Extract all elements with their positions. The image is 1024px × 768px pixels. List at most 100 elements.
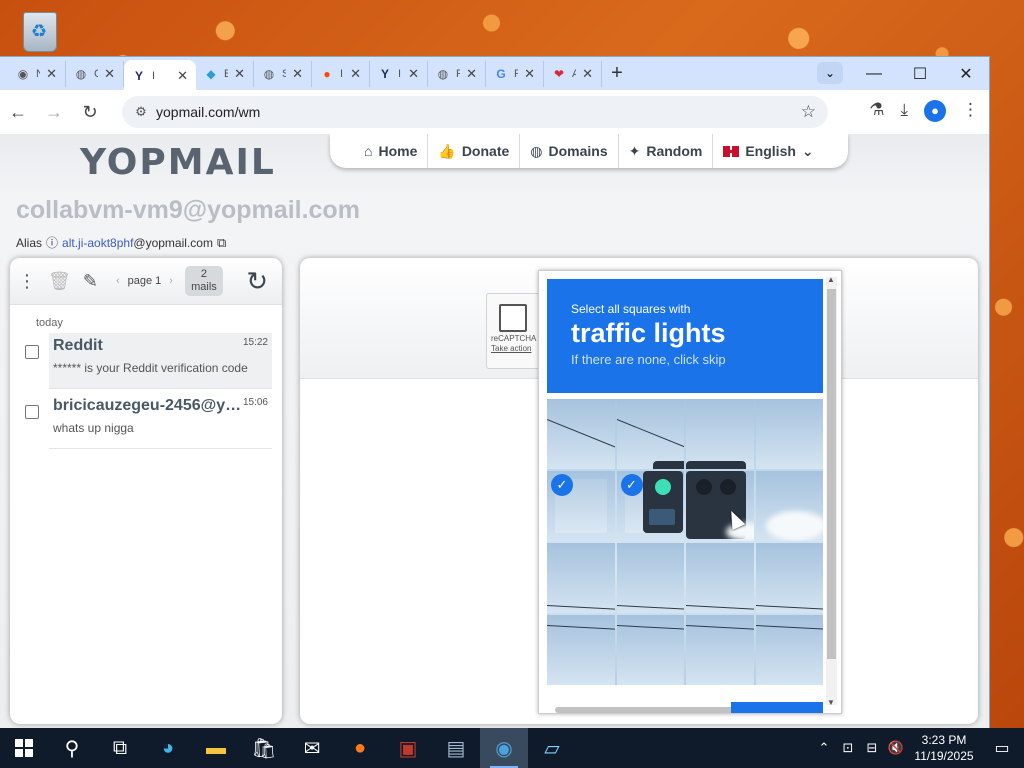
firefox-icon[interactable]: ● <box>336 728 384 768</box>
info-icon[interactable]: ⓘ <box>46 234 58 251</box>
mail-checkbox[interactable] <box>25 345 39 359</box>
captcha-tile[interactable] <box>616 399 684 469</box>
volume-muted-icon[interactable]: 🔇 <box>884 740 908 756</box>
captcha-tile[interactable] <box>547 615 615 685</box>
captcha-tile[interactable] <box>755 615 823 685</box>
profile-avatar[interactable]: ● <box>924 100 946 122</box>
captcha-tile[interactable] <box>686 615 754 685</box>
close-tab-icon[interactable]: ✕ <box>104 66 115 82</box>
tab-9[interactable]: ❤ A ✕ <box>544 60 602 87</box>
tab-5[interactable]: ● I ✕ <box>312 60 370 87</box>
verify-button[interactable] <box>731 702 823 713</box>
scroll-down-icon[interactable]: ▼ <box>827 698 835 707</box>
mail-item[interactable]: Reddit ****** is your Reddit verificatio… <box>10 333 282 393</box>
prev-page-icon[interactable]: ‹ <box>116 275 120 287</box>
task-view-icon[interactable]: ⧉ <box>96 728 144 768</box>
captcha-tile[interactable] <box>616 615 684 685</box>
windows-logo-icon <box>15 739 33 757</box>
tab-1[interactable]: ◍ C ✕ <box>66 60 124 87</box>
clock[interactable]: 3:23 PM 11/19/2025 <box>908 732 980 764</box>
nav-donate[interactable]: 👍 Donate <box>428 134 521 168</box>
captcha-tile[interactable] <box>686 399 754 469</box>
close-tab-icon[interactable]: ✕ <box>46 66 57 82</box>
mail-item[interactable]: bricicauzegeu-2456@yopmail.com whats up … <box>10 393 282 453</box>
close-tab-icon[interactable]: ✕ <box>350 66 361 82</box>
mail-sender: Reddit <box>53 337 103 354</box>
challenge-scrollbar[interactable]: ▲ ▼ <box>826 275 837 707</box>
tab-search-button[interactable]: ⌄ <box>817 62 843 84</box>
new-tab-button[interactable]: + <box>602 62 632 85</box>
captcha-tile[interactable]: ✓ <box>616 471 684 541</box>
tab-7[interactable]: ◍ F ✕ <box>428 60 486 87</box>
captcha-tile[interactable] <box>755 399 823 469</box>
recycle-bin-icon[interactable] <box>18 8 62 56</box>
chevron-up-icon[interactable]: ⌃ <box>812 740 836 756</box>
captcha-tile[interactable]: ✓ <box>547 471 615 541</box>
trash-icon[interactable]: 🗑 <box>48 271 71 292</box>
back-button[interactable]: ← <box>0 102 36 123</box>
tray-app-icon[interactable]: ⊡ <box>836 740 860 756</box>
store-icon[interactable]: 🛍 <box>240 728 288 768</box>
minimize-button[interactable]: — <box>851 65 897 83</box>
download-icon[interactable]: ⤓ <box>900 100 908 122</box>
forward-button[interactable]: → <box>36 102 72 123</box>
captcha-tile[interactable] <box>547 543 615 613</box>
menu-icon[interactable]: ⋮ <box>962 100 979 122</box>
captcha-tile[interactable] <box>547 399 615 469</box>
file-explorer-icon[interactable]: ▬ <box>192 728 240 768</box>
nav-random[interactable]: ✦ Random <box>619 134 714 168</box>
yopmail-logo[interactable]: YOPMAIL <box>80 142 276 183</box>
close-window-button[interactable]: ✕ <box>943 64 989 84</box>
tab-8[interactable]: G F ✕ <box>486 60 544 87</box>
traffic-light <box>652 461 684 469</box>
photos-icon[interactable]: ▤ <box>432 728 480 768</box>
close-tab-icon[interactable]: ✕ <box>524 66 535 82</box>
captcha-tile[interactable] <box>755 471 823 541</box>
tab-3[interactable]: ◆ E ✕ <box>196 60 254 87</box>
start-button[interactable] <box>0 728 48 768</box>
tab-2[interactable]: Y I ✕ <box>124 60 196 91</box>
next-page-icon[interactable]: › <box>169 275 173 287</box>
reload-button[interactable]: ↻ <box>72 102 108 123</box>
tab-0[interactable]: ◉ N ✕ <box>8 60 66 87</box>
nav-home[interactable]: ⌂ Home <box>354 134 429 168</box>
search-icon[interactable]: ⚲ <box>48 728 96 768</box>
mail-icon[interactable]: ✉ <box>288 728 336 768</box>
tab-4[interactable]: ◍ S ✕ <box>254 60 312 87</box>
maximize-button[interactable]: ☐ <box>897 64 943 84</box>
captcha-tile[interactable] <box>686 543 754 613</box>
notifications-icon[interactable]: ▭ <box>980 738 1024 758</box>
more-options-icon[interactable]: ⋮ <box>18 271 36 292</box>
mail-body: Reddit ****** is your Reddit verificatio… <box>49 333 272 389</box>
scroll-thumb[interactable] <box>827 289 836 659</box>
captcha-tile[interactable] <box>616 543 684 613</box>
captcha-tile[interactable] <box>686 471 754 541</box>
edge-icon[interactable]: ◕ <box>144 728 192 768</box>
refresh-icon[interactable]: ↻ <box>246 266 268 297</box>
notepad-icon[interactable]: ▱ <box>528 728 576 768</box>
tab-6[interactable]: Y I ✕ <box>370 60 428 87</box>
address-bar[interactable]: ⚙ yopmail.com/wm ☆ <box>122 96 828 128</box>
close-tab-icon[interactable]: ✕ <box>292 66 303 82</box>
alias-value[interactable]: alt.ji-aokt8phf <box>62 236 133 250</box>
labs-icon[interactable]: ⚗ <box>869 100 884 122</box>
recaptcha-checkbox[interactable] <box>499 304 527 332</box>
bookmark-star-icon[interactable]: ☆ <box>801 102 816 122</box>
close-tab-icon[interactable]: ✕ <box>177 68 188 84</box>
close-tab-icon[interactable]: ✕ <box>408 66 419 82</box>
app-icon[interactable]: ▣ <box>384 728 432 768</box>
scroll-up-icon[interactable]: ▲ <box>827 275 835 284</box>
chrome-taskbar-icon[interactable]: ◉ <box>480 728 528 768</box>
close-tab-icon[interactable]: ✕ <box>466 66 477 82</box>
language-select[interactable]: English ⌄ <box>713 134 823 168</box>
close-tab-icon[interactable]: ✕ <box>582 66 593 82</box>
site-info-icon[interactable]: ⚙ <box>128 104 154 120</box>
nav-domains[interactable]: ◍ Domains <box>520 134 619 168</box>
network-icon[interactable]: ⊟ <box>860 740 884 756</box>
mail-checkbox[interactable] <box>25 405 39 419</box>
copy-icon[interactable]: ⧉ <box>217 235 226 251</box>
close-tab-icon[interactable]: ✕ <box>234 66 245 82</box>
captcha-tile[interactable] <box>755 543 823 613</box>
compose-pencil-icon[interactable]: ✎ <box>83 271 98 292</box>
document-icon[interactable] <box>96 8 140 129</box>
